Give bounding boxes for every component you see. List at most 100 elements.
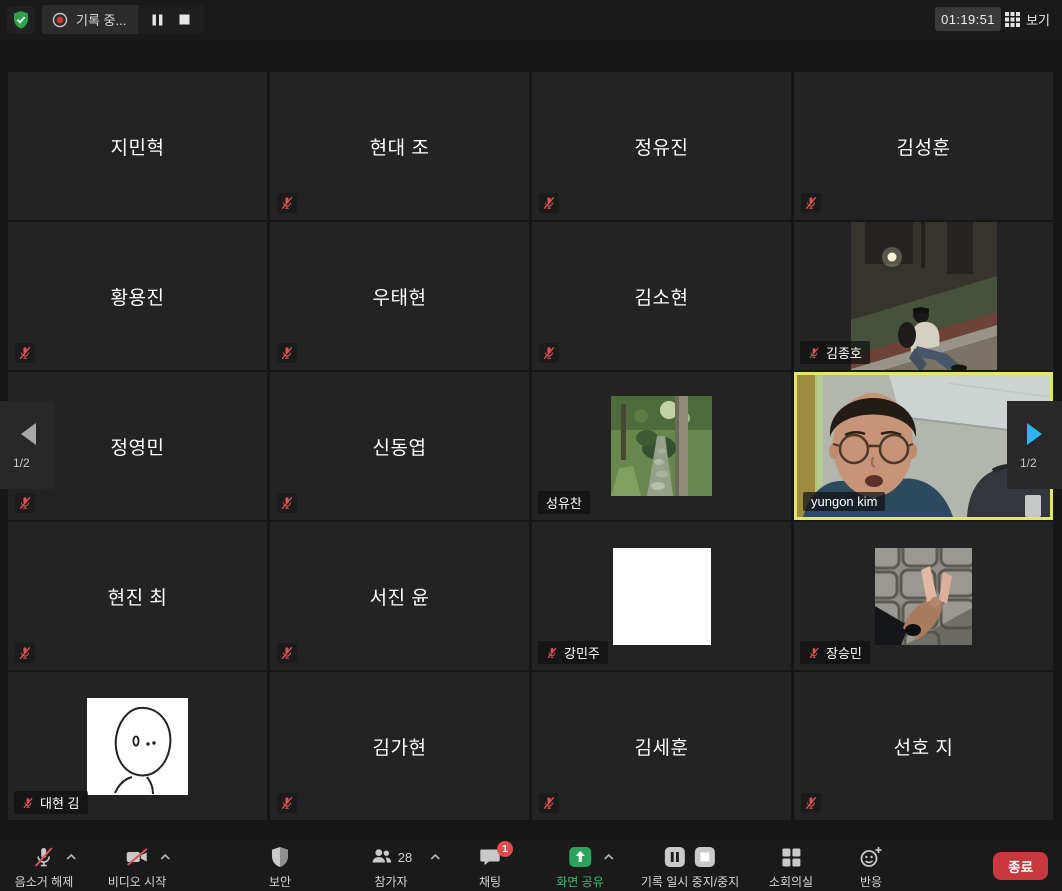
chevron-up-icon[interactable] [160,853,171,861]
mic-muted-badge [277,193,297,213]
breakout-rooms-icon [779,845,803,869]
page-indicator: 1/2 [1007,456,1037,470]
participant-name: 대현 김 [40,793,80,812]
mic-muted-icon [542,796,556,810]
share-screen-icon [567,845,593,869]
chevron-up-icon[interactable] [603,853,614,861]
recording-status: 기록 중... [42,5,138,34]
participant-tile[interactable]: 정유진 [532,72,791,220]
participant-tile[interactable]: 김가현 [270,672,529,820]
participant-name: 신동엽 [270,372,529,520]
shield-icon [269,845,291,869]
view-label: 보기 [1026,10,1050,29]
meeting-timer: 01:19:51 [935,7,1001,31]
share-screen-button[interactable]: 화면 공유 [556,844,604,890]
unmute-button[interactable]: 음소거 해제 [15,844,74,890]
end-meeting-button[interactable]: 종료 [993,852,1048,880]
mic-muted-icon [280,496,294,510]
mic-muted-icon [542,346,556,360]
participant-tile[interactable]: 현진 최 [8,522,267,670]
mic-muted-icon [280,796,294,810]
breakout-rooms-button[interactable]: 소회의실 [769,844,813,890]
stop-recording-icon[interactable] [693,845,717,869]
participants-icon [370,845,394,869]
mic-muted-icon [542,196,556,210]
participant-tile[interactable]: 서진 윤 [270,522,529,670]
participant-name: 김가현 [270,672,529,820]
meeting-toolbar: 음소거 해제 비디오 시작 보안 [0,840,1062,891]
participant-tile[interactable]: 강민주 [532,522,791,670]
participant-tile[interactable]: 김세훈 [532,672,791,820]
participant-name-label: 강민주 [538,641,608,664]
mic-muted-icon [18,496,32,510]
prev-page-button[interactable]: 1/2 [0,401,55,489]
mic-muted-icon [808,647,820,659]
mic-muted-icon [808,347,820,359]
mic-muted-badge [15,643,35,663]
participant-tile[interactable]: 김소현 [532,222,791,370]
start-video-button[interactable]: 비디오 시작 [108,844,167,890]
participant-tile[interactable]: 선호 지 [794,672,1053,820]
participant-name: 우태현 [270,222,529,370]
participant-count: 28 [398,850,412,865]
participant-name: 선호 지 [794,672,1053,820]
mic-muted-badge [539,193,559,213]
participant-name: 김성훈 [794,72,1053,220]
recording-pause-stop-button[interactable]: 기록 일시 중지/중지 [641,844,739,890]
mic-muted-badge [277,493,297,513]
pause-recording-icon[interactable] [663,845,687,869]
chevron-up-icon[interactable] [430,853,441,861]
top-bar: 기록 중... 01:19:51 보기 [0,0,1062,40]
mic-muted-icon [280,196,294,210]
participant-name: 지민혁 [8,72,267,220]
record-icon [52,12,68,28]
recording-label: 기록 중... [76,10,126,29]
participant-name-label: 대현 김 [14,791,88,814]
mic-muted-badge [15,493,35,513]
participant-tile[interactable]: 현대 조 [270,72,529,220]
view-button[interactable]: 보기 [1001,7,1054,31]
participant-tile[interactable]: 김종호 [794,222,1053,370]
mic-muted-icon [18,646,32,660]
mic-muted-badge [15,343,35,363]
left-arrow-icon [17,421,39,447]
pause-recording-mini-icon[interactable] [152,14,163,26]
participant-tile[interactable]: 대현 김 [8,672,267,820]
participant-name: 현진 최 [8,522,267,670]
participant-name-label: 장승민 [800,641,870,664]
stop-recording-mini-icon[interactable] [179,14,190,25]
participant-name: 성유찬 [546,493,582,512]
participant-name: yungon kim [811,494,877,509]
chat-badge: 1 [497,841,513,857]
participant-tile[interactable]: 장승민 [794,522,1053,670]
participant-name: 현대 조 [270,72,529,220]
mic-muted-badge [277,643,297,663]
mic-muted-icon [22,797,34,809]
participant-tile[interactable]: 김성훈 [794,72,1053,220]
participant-name-label: 김종호 [800,341,870,364]
participant-name-label: 성유찬 [538,491,590,514]
mic-muted-badge [277,343,297,363]
participant-tile[interactable]: 우태현 [270,222,529,370]
participant-name-label: yungon kim [803,492,885,511]
mic-muted-badge [801,193,821,213]
mic-muted-badge [539,793,559,813]
chat-button[interactable]: 1 채팅 [478,844,502,890]
participant-tile[interactable]: 신동엽 [270,372,529,520]
grid-view-icon [1005,12,1020,27]
participant-tile[interactable]: 성유찬 [532,372,791,520]
participants-button[interactable]: 28 참가자 [370,844,412,890]
next-page-button[interactable]: 1/2 [1007,401,1062,489]
security-button[interactable]: 보안 [269,844,291,890]
page-indicator: 1/2 [0,456,30,470]
participant-tile[interactable]: 황용진 [8,222,267,370]
chevron-up-icon[interactable] [66,853,77,861]
participant-grid: 지민혁현대 조 정유진 김성훈 황용진 우태현 김소현 김종호정영민 신동엽 성… [8,72,1053,820]
reactions-button[interactable]: 반응 [858,844,884,890]
participant-name: 장승민 [826,643,862,662]
right-arrow-icon [1024,421,1046,447]
participant-tile[interactable]: 지민혁 [8,72,267,220]
meeting-security-shield-icon[interactable] [7,6,35,34]
mic-muted-icon [32,845,56,869]
mic-muted-badge [277,793,297,813]
